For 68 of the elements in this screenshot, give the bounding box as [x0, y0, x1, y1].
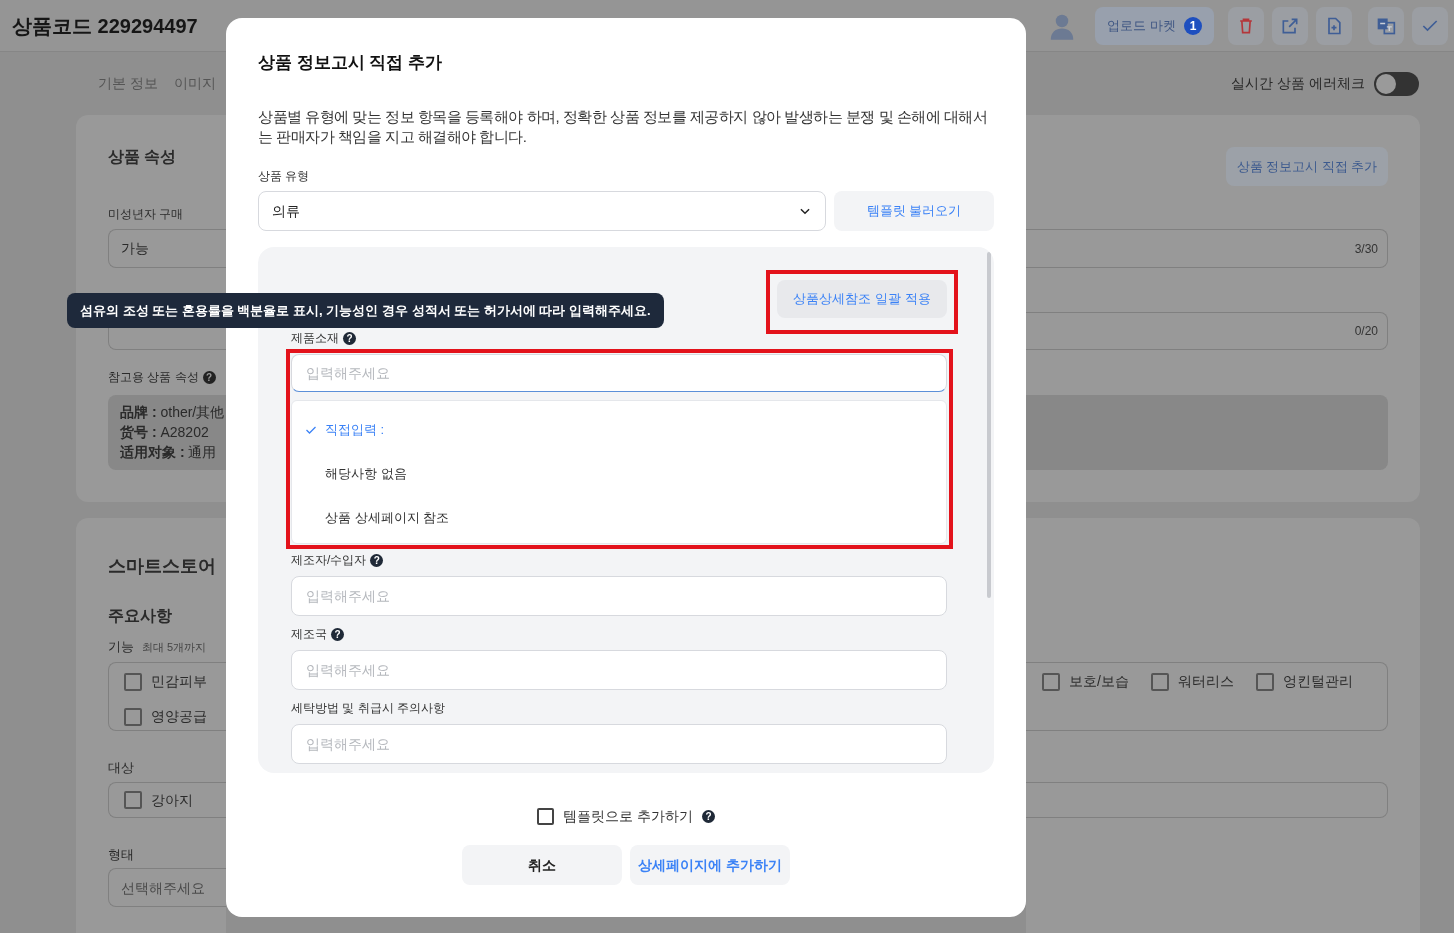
checkbox-label: 보호/보습 [1069, 672, 1129, 691]
dialog-description: 상품별 유형에 맞는 정보 항목을 등록해야 하며, 정확한 상품 정보를 제공하지 않아 발생하는 분쟁 및 손해에 대해서는 판매자가 책임을 지고 해결해야 합니다. [258, 107, 989, 147]
section-title: 상품 속성 [108, 147, 178, 167]
scrollbar[interactable] [987, 252, 991, 598]
text-field[interactable]: 3/30 [1026, 229, 1388, 268]
file-plus-button[interactable] [1316, 6, 1352, 45]
help-icon[interactable]: ? [202, 370, 216, 384]
help-icon[interactable]: ? [370, 553, 384, 567]
checkbox-label: 엉킨털관리 [1282, 672, 1353, 691]
field-label: 참고용 상품 속성 [108, 369, 199, 386]
upload-market-button[interactable]: 업로드 마켓 1 [1095, 6, 1214, 45]
tooltip: 섬유의 조성 또는 혼용률을 백분율로 표시, 기능성인 경우 성적서 또는 허가서에 따라 입력해주세요. [67, 293, 664, 328]
text-field[interactable]: 입력해주세요 [291, 724, 947, 764]
attribute-text: 货号 : A28202 [120, 423, 210, 442]
checkbox-label: 템플릿으로 추가하기 [563, 806, 693, 826]
attribute-text: 适用对象 : 通用 [120, 443, 218, 462]
attribute-text: 品牌 : other/其他 [120, 403, 226, 422]
help-icon[interactable]: ? [701, 809, 715, 823]
help-icon[interactable]: ? [343, 331, 356, 345]
checkbox[interactable] [1150, 672, 1169, 691]
page-title: 상품코드 229294497 [12, 13, 198, 39]
char-counter: 3/30 [1354, 240, 1378, 258]
checkbox[interactable] [124, 791, 142, 809]
type-select[interactable]: 의류 [258, 191, 826, 231]
cancel-button[interactable]: 취소 [462, 845, 622, 885]
checkbox[interactable] [537, 807, 555, 825]
check-button[interactable] [1412, 6, 1448, 45]
help-icon[interactable]: ? [331, 627, 344, 641]
field-label: 미성년자 구매 [108, 206, 185, 221]
text-field[interactable]: 0/20 [1026, 312, 1388, 350]
field-label: 세탁방법 및 취급시 주의사항 [291, 700, 445, 717]
field-label: 제조자/수입자 [291, 552, 367, 569]
trash-button[interactable] [1228, 6, 1264, 45]
translate-button[interactable] [1368, 6, 1404, 45]
hint-text: 최대 5개까지 [142, 639, 207, 655]
submit-button[interactable]: 상세페이지에 추가하기 [630, 845, 790, 885]
field-label: 기능 [108, 638, 134, 657]
toggle-label: 실시간 상품 에러체크 [1231, 74, 1365, 93]
dropdown-option[interactable]: 해당사항 없음 [292, 452, 946, 496]
field-label: 형태 [108, 846, 135, 861]
bulk-apply-button[interactable]: 상품상세참조 일괄 적용 [777, 280, 947, 318]
checkbox-label: 민감피부 [151, 672, 207, 691]
checkbox-label: 강아지 [151, 790, 193, 810]
check-icon [305, 424, 317, 436]
field-label: 제조국 [291, 626, 327, 643]
select-field[interactable]: 선택해주세요 [108, 868, 226, 907]
toggle-switch[interactable] [1374, 71, 1419, 96]
checkbox-label: 영양공급 [151, 707, 207, 726]
checkbox[interactable] [124, 707, 142, 726]
text-field[interactable]: 입력해주세요 [291, 650, 947, 690]
checkbox[interactable] [1255, 672, 1274, 691]
dialog-title: 상품 정보고시 직접 추가 [258, 52, 444, 74]
char-counter: 0/20 [1354, 323, 1378, 340]
count-badge: 1 [1184, 16, 1202, 35]
field-label: 제품소재 [291, 330, 339, 347]
section-title: 스마트스토어 [108, 555, 217, 577]
external-link-button[interactable] [1272, 6, 1308, 45]
field-label: 상품 유형 [258, 168, 311, 183]
template-button[interactable]: 템플릿 불러오기 [834, 191, 994, 231]
text-field[interactable]: 입력해주세요 [291, 576, 947, 616]
subsection-title: 주요사항 [108, 606, 173, 626]
dropdown-option[interactable]: 직접입력 : [292, 408, 946, 452]
checkbox-label: 워터리스 [1177, 672, 1234, 691]
text-field[interactable]: 입력해주세요 [291, 354, 947, 392]
checkbox[interactable] [124, 672, 142, 691]
field-label: 대상 [108, 759, 135, 774]
checkbox[interactable] [1042, 672, 1060, 691]
dropdown-option[interactable]: 상품 상세페이지 참조 [292, 496, 946, 540]
